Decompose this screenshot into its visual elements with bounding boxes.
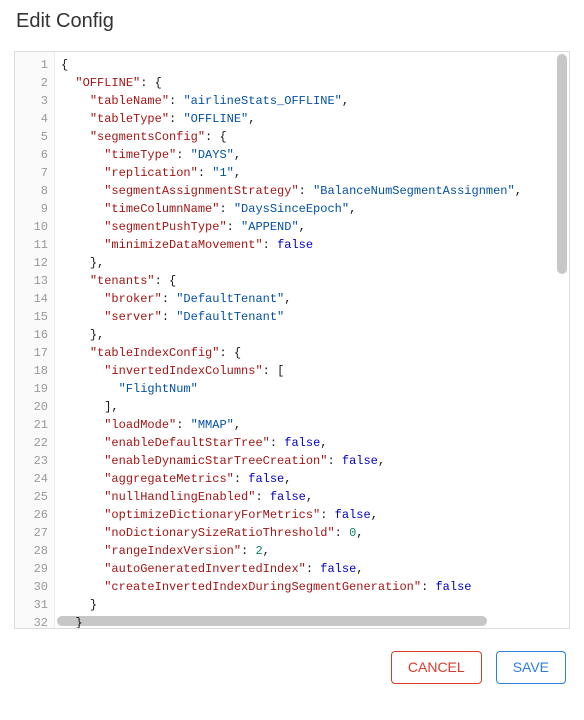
code-line[interactable]: "tenants": { <box>61 272 569 290</box>
gutter-line-number: 22 <box>15 434 54 452</box>
code-line[interactable]: "invertedIndexColumns": [ <box>61 362 569 380</box>
code-line[interactable]: "noDictionarySizeRatioThreshold": 0, <box>61 524 569 542</box>
gutter-line-number: 26 <box>15 506 54 524</box>
code-line[interactable]: "broker": "DefaultTenant", <box>61 290 569 308</box>
gutter-line-number: 18 <box>15 362 54 380</box>
code-line[interactable]: "timeType": "DAYS", <box>61 146 569 164</box>
gutter-line-number: 24 <box>15 470 54 488</box>
gutter-line-number: 3 <box>15 92 54 110</box>
horizontal-scrollbar[interactable] <box>57 616 555 626</box>
gutter-line-number: 7 <box>15 164 54 182</box>
code-line[interactable]: "FlightNum" <box>61 380 569 398</box>
json-editor[interactable]: 1234567891011121314151617181920212223242… <box>14 51 570 629</box>
cancel-button[interactable]: CANCEL <box>391 651 482 684</box>
gutter-line-number: 5 <box>15 128 54 146</box>
vertical-scrollbar[interactable] <box>557 54 567 614</box>
gutter-line-number: 23 <box>15 452 54 470</box>
vertical-scrollbar-thumb[interactable] <box>557 54 567 274</box>
gutter-line-number: 1 <box>15 56 54 74</box>
gutter-line-number: 28 <box>15 542 54 560</box>
dialog-actions: CANCEL SAVE <box>14 651 570 684</box>
code-line[interactable]: "segmentAssignmentStrategy": "BalanceNum… <box>61 182 569 200</box>
gutter-line-number: 12 <box>15 254 54 272</box>
code-line[interactable]: }, <box>61 326 569 344</box>
code-line[interactable]: "createInvertedIndexDuringSegmentGenerat… <box>61 578 569 596</box>
gutter-line-number: 21 <box>15 416 54 434</box>
gutter-line-number: 11 <box>15 236 54 254</box>
gutter-line-number: 13 <box>15 272 54 290</box>
code-line[interactable]: "OFFLINE": { <box>61 74 569 92</box>
code-line[interactable]: "tableType": "OFFLINE", <box>61 110 569 128</box>
code-line[interactable]: "loadMode": "MMAP", <box>61 416 569 434</box>
code-line[interactable]: { <box>61 56 569 74</box>
code-line[interactable]: "enableDefaultStarTree": false, <box>61 434 569 452</box>
gutter-line-number: 6 <box>15 146 54 164</box>
gutter-line-number: 31 <box>15 596 54 614</box>
gutter-line-number: 9 <box>15 200 54 218</box>
gutter-line-number: 16 <box>15 326 54 344</box>
editor-body[interactable]: { "OFFLINE": { "tableName": "airlineStat… <box>55 52 569 628</box>
code-line[interactable]: "timeColumnName": "DaysSinceEpoch", <box>61 200 569 218</box>
code-line[interactable]: ], <box>61 398 569 416</box>
gutter-line-number: 4 <box>15 110 54 128</box>
editor-gutter: 1234567891011121314151617181920212223242… <box>15 52 55 628</box>
gutter-line-number: 30 <box>15 578 54 596</box>
editor-code[interactable]: { "OFFLINE": { "tableName": "airlineStat… <box>55 52 569 628</box>
gutter-line-number: 29 <box>15 560 54 578</box>
gutter-line-number: 32 <box>15 614 54 629</box>
gutter-line-number: 27 <box>15 524 54 542</box>
code-line[interactable]: "optimizeDictionaryForMetrics": false, <box>61 506 569 524</box>
code-line[interactable]: "server": "DefaultTenant" <box>61 308 569 326</box>
edit-config-dialog: Edit Config 1234567891011121314151617181… <box>0 0 584 720</box>
code-line[interactable]: "autoGeneratedInvertedIndex": false, <box>61 560 569 578</box>
gutter-line-number: 20 <box>15 398 54 416</box>
gutter-line-number: 14 <box>15 290 54 308</box>
gutter-line-number: 8 <box>15 182 54 200</box>
horizontal-scrollbar-thumb[interactable] <box>57 616 487 626</box>
gutter-line-number: 10 <box>15 218 54 236</box>
code-line[interactable]: "aggregateMetrics": false, <box>61 470 569 488</box>
dialog-title: Edit Config <box>16 10 570 33</box>
code-line[interactable]: "minimizeDataMovement": false <box>61 236 569 254</box>
code-line[interactable]: }, <box>61 254 569 272</box>
code-line[interactable]: "segmentsConfig": { <box>61 128 569 146</box>
code-line[interactable]: "segmentPushType": "APPEND", <box>61 218 569 236</box>
code-line[interactable]: "tableIndexConfig": { <box>61 344 569 362</box>
code-line[interactable]: "enableDynamicStarTreeCreation": false, <box>61 452 569 470</box>
code-line[interactable]: } <box>61 596 569 614</box>
save-button[interactable]: SAVE <box>496 651 566 684</box>
gutter-line-number: 15 <box>15 308 54 326</box>
gutter-line-number: 2 <box>15 74 54 92</box>
gutter-line-number: 17 <box>15 344 54 362</box>
code-line[interactable]: "nullHandlingEnabled": false, <box>61 488 569 506</box>
gutter-line-number: 25 <box>15 488 54 506</box>
code-line[interactable]: "tableName": "airlineStats_OFFLINE", <box>61 92 569 110</box>
gutter-line-number: 19 <box>15 380 54 398</box>
code-line[interactable]: "replication": "1", <box>61 164 569 182</box>
code-line[interactable]: "rangeIndexVersion": 2, <box>61 542 569 560</box>
